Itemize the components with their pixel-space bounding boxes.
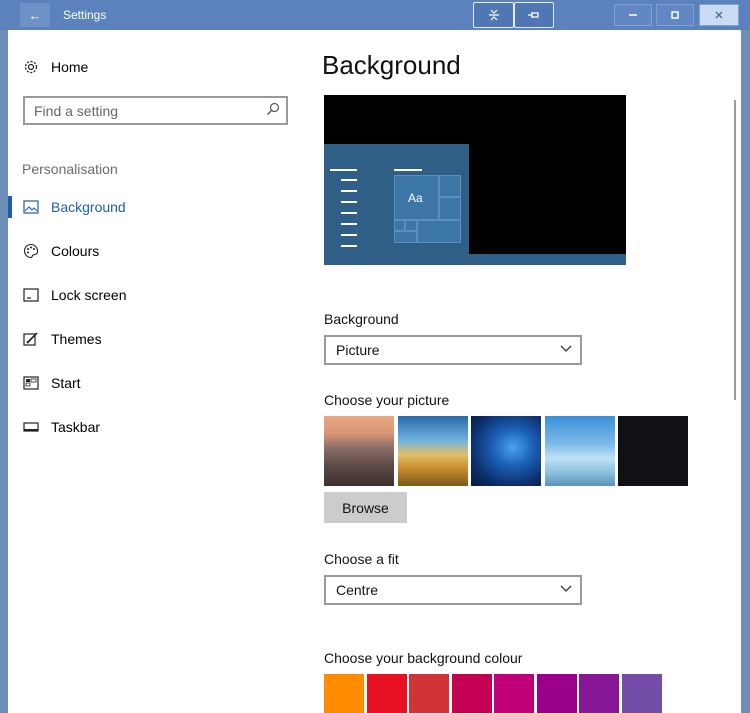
sidebar-item-label: Lock screen [51, 287, 127, 303]
choose-picture-label: Choose your picture [324, 392, 450, 408]
maximize-button[interactable] [656, 4, 694, 26]
choose-fit-label: Choose a fit [324, 551, 399, 567]
title-bar: ← Settings [0, 0, 750, 30]
sidebar-item-colours[interactable]: Colours [8, 237, 308, 265]
dark-night-thumbnail[interactable] [618, 416, 688, 486]
picture-icon [22, 198, 40, 216]
sidebar-item-lock-screen[interactable]: Lock screen [8, 281, 308, 309]
minimize-button[interactable] [614, 4, 652, 26]
collapse-button[interactable] [473, 2, 514, 28]
close-button[interactable] [699, 4, 739, 26]
sidebar-item-themes[interactable]: Themes [8, 325, 308, 353]
fit-dropdown[interactable]: Centre [324, 575, 582, 605]
preview-line [394, 169, 422, 171]
preview-line [341, 179, 357, 181]
search-icon[interactable] [266, 102, 280, 116]
preview-sample-text: Aa [408, 191, 423, 205]
preview-line [330, 169, 357, 171]
arrow-left-icon: ← [28, 7, 42, 23]
back-button[interactable]: ← [20, 3, 50, 27]
nav-home-label: Home [51, 59, 89, 75]
scrollbar-thumb[interactable] [734, 100, 736, 400]
sidebar-item-label: Background [51, 199, 126, 215]
fit-dropdown-value: Centre [336, 582, 379, 598]
browse-button[interactable]: Browse [324, 492, 407, 523]
colour-swatch[interactable] [324, 674, 364, 713]
background-colour-label: Choose your background colour [324, 650, 523, 666]
close-icon [715, 11, 723, 19]
pin-button[interactable] [514, 2, 554, 28]
background-dropdown[interactable]: Picture [324, 335, 582, 365]
minimize-icon [629, 14, 637, 16]
pin-icon [528, 12, 539, 18]
section-title: Personalisation [22, 161, 118, 177]
scrollbar[interactable] [732, 30, 741, 713]
sidebar-nav: Home Personalisation Background Colours [8, 30, 308, 713]
gear-icon [22, 58, 40, 76]
sidebar-item-label: Colours [51, 243, 100, 259]
start-menu-icon [22, 374, 40, 392]
background-label: Background [324, 311, 399, 327]
preview-tile [439, 197, 461, 220]
preview-taskbar [324, 254, 626, 265]
sidebar-item-background[interactable]: Background [8, 193, 308, 221]
beach-person-thumbnail[interactable] [545, 416, 615, 486]
preview-tile [405, 220, 417, 231]
preview-line [341, 223, 357, 225]
taskbar-icon [22, 418, 40, 436]
window-title: Settings [63, 8, 107, 22]
colour-swatch[interactable] [579, 674, 619, 713]
sidebar-item-label: Themes [51, 331, 102, 347]
preview-tile [439, 175, 461, 197]
windows-light-thumbnail[interactable] [471, 416, 541, 486]
colour-swatch[interactable] [536, 674, 577, 713]
background-preview: Aa [324, 95, 626, 265]
sidebar-item-start[interactable]: Start [8, 369, 308, 397]
colour-swatch[interactable] [366, 674, 407, 713]
nav-home[interactable]: Home [8, 53, 308, 81]
sand-dunes-thumbnail[interactable] [398, 416, 468, 486]
page-title: Background [322, 50, 461, 80]
preview-tile [417, 220, 461, 243]
palette-icon [22, 242, 40, 260]
search-field[interactable] [23, 96, 288, 125]
brush-icon [22, 330, 40, 348]
preview-line [341, 201, 357, 203]
preview-line [341, 245, 357, 247]
preview-tile [394, 220, 405, 231]
colour-swatch[interactable] [621, 674, 662, 713]
preview-tile [394, 231, 417, 243]
collapse-icon [488, 9, 499, 21]
colour-swatch[interactable] [451, 674, 492, 713]
maximize-icon [671, 11, 679, 19]
chevron-down-icon [560, 585, 572, 592]
settings-window: ← Settings Home Find a setting Personali… [0, 0, 750, 713]
search-input[interactable] [25, 98, 255, 123]
beach-sunset-thumbnail[interactable] [324, 416, 394, 486]
settings-client-area: Home Personalisation Background Colours [8, 30, 741, 713]
background-dropdown-value: Picture [336, 342, 380, 358]
sidebar-item-label: Start [51, 375, 81, 391]
colour-swatch[interactable] [409, 674, 449, 713]
lock-screen-icon [22, 286, 40, 304]
preview-line [341, 212, 357, 214]
preview-line [341, 234, 357, 236]
colour-swatch[interactable] [494, 674, 534, 713]
sidebar-item-label: Taskbar [51, 419, 101, 435]
chevron-down-icon [560, 345, 572, 352]
sidebar-item-taskbar[interactable]: Taskbar [8, 413, 308, 441]
preview-line [341, 190, 357, 192]
